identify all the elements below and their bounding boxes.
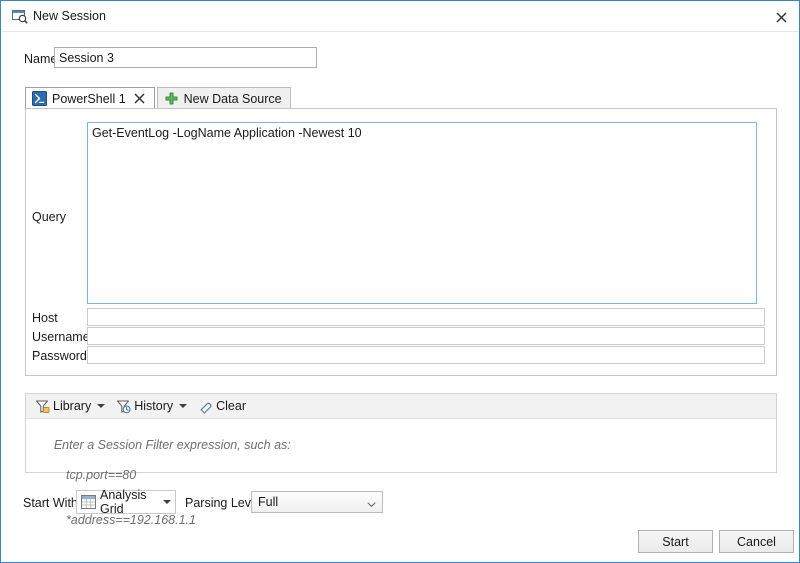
- close-icon[interactable]: [768, 6, 794, 28]
- library-button[interactable]: Library: [31, 396, 109, 417]
- filter-hint-line-2: tcp.port==80: [66, 468, 137, 482]
- data-source-tabstrip: PowerShell 1 New Data Source: [25, 87, 291, 109]
- eraser-icon: [198, 399, 213, 414]
- start-with-label: Start With:: [23, 496, 82, 510]
- username-input[interactable]: [87, 327, 765, 345]
- tab-label: New Data Source: [183, 91, 282, 106]
- query-input[interactable]: [87, 122, 757, 304]
- chevron-down-icon[interactable]: [179, 404, 188, 408]
- window-title: New Session: [33, 9, 106, 23]
- filter-hint-line-1: Enter a Session Filter expression, such …: [53, 438, 291, 452]
- tab-powershell-1[interactable]: PowerShell 1: [25, 87, 155, 109]
- clear-button[interactable]: Clear: [194, 396, 250, 417]
- start-with-value: Analysis Grid: [100, 488, 147, 516]
- analysis-grid-icon: [81, 495, 96, 509]
- cancel-button[interactable]: Cancel: [719, 530, 794, 553]
- filter-library-icon: [35, 399, 50, 414]
- name-input[interactable]: [54, 47, 317, 68]
- start-button-label: Start: [662, 534, 689, 549]
- powershell-icon: [32, 91, 47, 106]
- filter-toolbar: Library History Clear: [26, 394, 776, 419]
- history-label: History: [134, 399, 174, 413]
- plus-icon: [164, 91, 179, 106]
- tab-close-icon[interactable]: [134, 93, 146, 105]
- tab-label: PowerShell 1: [52, 91, 126, 106]
- parsing-level-value: Full: [258, 495, 279, 509]
- parsing-level-select[interactable]: Full: [251, 491, 383, 513]
- chevron-down-icon[interactable]: [163, 500, 171, 504]
- tab-new-data-source[interactable]: New Data Source: [156, 87, 291, 109]
- start-with-dropdown[interactable]: Analysis Grid: [76, 488, 176, 516]
- library-label: Library: [53, 399, 92, 413]
- username-label: Username: [32, 330, 90, 344]
- title-bar: New Session: [2, 2, 799, 32]
- query-label: Query: [32, 210, 67, 224]
- session-filter-panel: Library History Clear Enter a Session Fi…: [25, 393, 777, 527]
- clear-label: Clear: [216, 399, 246, 413]
- filter-history-icon: [116, 399, 131, 414]
- chevron-down-icon[interactable]: [97, 404, 106, 408]
- history-button[interactable]: History: [112, 396, 191, 417]
- password-input[interactable]: [87, 346, 765, 364]
- host-label: Host: [32, 311, 58, 325]
- password-label: Password: [32, 349, 87, 363]
- cancel-button-label: Cancel: [737, 534, 776, 549]
- host-input[interactable]: [87, 308, 765, 326]
- session-window-search-icon: [12, 10, 28, 24]
- chevron-down-icon[interactable]: [367, 498, 376, 507]
- new-session-dialog: New Session Name: PowerShell 1: [0, 0, 800, 563]
- start-button[interactable]: Start: [638, 530, 713, 553]
